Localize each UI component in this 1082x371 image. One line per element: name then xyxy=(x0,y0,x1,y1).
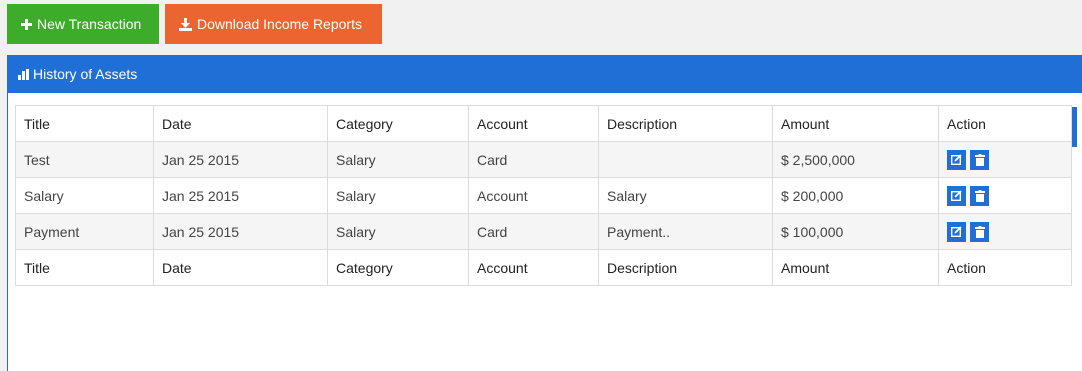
footer-category: Category xyxy=(327,249,469,286)
delete-button[interactable] xyxy=(970,149,989,170)
delete-button[interactable] xyxy=(970,221,989,242)
cell-amount: $ 200,000 xyxy=(772,177,939,214)
cell-account: Card xyxy=(468,141,599,178)
cell-title: Payment xyxy=(15,213,154,250)
cell-date: Jan 25 2015 xyxy=(153,177,328,214)
cell-title: Test xyxy=(15,141,154,178)
download-icon xyxy=(179,17,192,31)
panel-header: History of Assets xyxy=(8,55,1082,93)
cell-account: Account xyxy=(468,177,599,214)
table-row: Payment Jan 25 2015 Salary Card Payment.… xyxy=(15,213,1072,250)
cell-date: Jan 25 2015 xyxy=(153,213,328,250)
table-row: Test Jan 25 2015 Salary Card $ 2,500,000 xyxy=(15,141,1072,178)
cell-description: Payment.. xyxy=(598,213,773,250)
assets-table: Title Date Category Account Description … xyxy=(15,105,1072,286)
cell-amount: $ 2,500,000 xyxy=(772,141,939,178)
cell-date: Jan 25 2015 xyxy=(153,141,328,178)
cell-category: Salary xyxy=(327,213,469,250)
column-header-account[interactable]: Account xyxy=(468,105,599,142)
edit-icon xyxy=(951,190,962,201)
cell-action xyxy=(938,213,1072,250)
column-header-date[interactable]: Date xyxy=(153,105,328,142)
cell-title: Salary xyxy=(15,177,154,214)
cell-action xyxy=(938,177,1072,214)
cell-description: Salary xyxy=(598,177,773,214)
edit-button[interactable] xyxy=(947,185,966,206)
panel-title: History of Assets xyxy=(33,66,138,82)
column-header-category[interactable]: Category xyxy=(327,105,469,142)
cell-amount: $ 100,000 xyxy=(772,213,939,250)
column-header-action: Action xyxy=(938,105,1072,142)
trash-icon xyxy=(974,153,985,166)
edit-icon xyxy=(951,154,962,165)
footer-date: Date xyxy=(153,249,328,286)
edit-button[interactable] xyxy=(947,221,966,242)
cell-account: Card xyxy=(468,213,599,250)
download-label: Download Income Reports xyxy=(197,16,362,32)
table-footer-row: Title Date Category Account Description … xyxy=(15,249,1072,286)
new-transaction-button[interactable]: New Transaction xyxy=(7,4,159,44)
plus-icon xyxy=(21,18,32,30)
table-row: Salary Jan 25 2015 Salary Account Salary… xyxy=(15,177,1072,214)
footer-description: Description xyxy=(598,249,773,286)
column-header-amount[interactable]: Amount xyxy=(772,105,939,142)
cell-action xyxy=(938,141,1072,178)
new-transaction-label: New Transaction xyxy=(37,16,142,32)
edit-icon xyxy=(951,226,962,237)
footer-account: Account xyxy=(468,249,599,286)
cell-category: Salary xyxy=(327,141,469,178)
cell-category: Salary xyxy=(327,177,469,214)
footer-title: Title xyxy=(15,249,154,286)
cell-description xyxy=(598,141,773,178)
delete-button[interactable] xyxy=(970,185,989,206)
trash-icon xyxy=(974,225,985,238)
toolbar: New Transaction Download Income Reports xyxy=(7,4,382,44)
trash-icon xyxy=(974,189,985,202)
edit-button[interactable] xyxy=(947,149,966,170)
footer-amount: Amount xyxy=(772,249,939,286)
column-header-title[interactable]: Title xyxy=(15,105,154,142)
table-header-row: Title Date Category Account Description … xyxy=(15,105,1072,142)
footer-action: Action xyxy=(938,249,1072,286)
download-income-reports-button[interactable]: Download Income Reports xyxy=(165,4,382,44)
column-header-description[interactable]: Description xyxy=(598,105,773,142)
bar-chart-icon xyxy=(18,68,30,80)
